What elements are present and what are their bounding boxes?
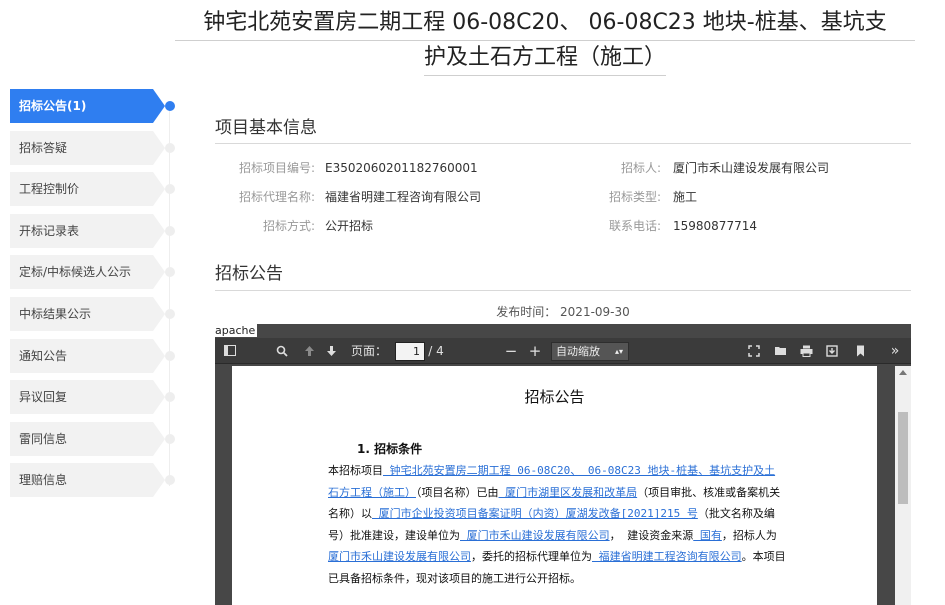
sidebar-item-label: 理赔信息 <box>19 473 68 488</box>
underlined-text: 厦门市企业投资项目备案证明（内资）厦湖发改备[2021]215 号 <box>372 507 698 520</box>
frame-label: apache <box>215 324 258 337</box>
type-label: 招标类型: <box>608 190 661 204</box>
sidebar-toggle-icon[interactable] <box>221 338 239 364</box>
sidebar-item-label: 异议回复 <box>19 390 68 405</box>
method-label: 招标方式: <box>262 219 315 233</box>
info-row: 招标方式: 公开招标 联系电话: 15980877714 <box>215 216 911 236</box>
pdf-scrollbar[interactable] <box>895 366 911 605</box>
project-no-value: E3502060201182760001 <box>325 161 478 175</box>
page-number-input[interactable]: 1 <box>395 342 425 361</box>
sidebar-item-label: 通知公告 <box>19 348 68 363</box>
bookmark-icon[interactable] <box>851 338 869 364</box>
document-paragraph: 本招标项目 钟宅北苑安置房二期工程 06-08C20、 06-08C23 地块-… <box>328 460 786 589</box>
more-icon[interactable]: » <box>885 338 905 364</box>
underlined-text: 厦门市禾山建设发展有限公司 <box>460 528 610 542</box>
timeline-dot <box>165 433 175 444</box>
print-icon[interactable] <box>797 338 815 364</box>
info-row: 招标项目编号: E3502060201182760001 招标人: 厦门市禾山建… <box>215 158 911 178</box>
arrow-down-icon[interactable] <box>323 338 339 364</box>
sidebar-item-award-result[interactable]: 中标结果公示 <box>10 296 180 331</box>
page-label: 页面： <box>350 344 387 358</box>
page-title-line1: 钟宅北苑安置房二期工程 06-08C20、 06-08C23 地块-桩基、基坑支 <box>175 6 915 41</box>
zoom-select[interactable]: 自动缩放 ▴▾ <box>551 342 629 361</box>
sidebar-item-label: 工程控制价 <box>19 182 80 197</box>
timeline-dot <box>165 267 175 278</box>
open-file-icon[interactable] <box>771 338 789 364</box>
sidebar-item-label: 招标答疑 <box>19 140 68 155</box>
method-value: 公开招标 <box>325 219 374 233</box>
minus-icon[interactable]: − <box>503 338 519 364</box>
pdf-viewer: 页面： 1 / 4 − + 自动缩放 ▴▾ » 招标公告 1. 招标条件 本招标… <box>215 324 911 605</box>
document-heading: 1. 招标条件 <box>357 442 423 456</box>
pdf-toolbar: 页面： 1 / 4 − + 自动缩放 ▴▾ » <box>215 338 911 364</box>
agency-label: 招标代理名称: <box>238 190 315 204</box>
divider <box>215 143 911 144</box>
sidebar-item-label: 雷同信息 <box>19 431 68 446</box>
sidebar-item-label: 中标结果公示 <box>19 306 92 321</box>
timeline-dot <box>165 225 175 236</box>
sidebar-item-qa[interactable]: 招标答疑 <box>10 130 180 165</box>
phone-label: 联系电话: <box>608 219 661 233</box>
timeline-dot <box>165 308 175 319</box>
tenderer-value: 厦门市禾山建设发展有限公司 <box>673 161 830 175</box>
sidebar-item-objection-reply[interactable]: 异议回复 <box>10 380 180 415</box>
arrow-up-icon[interactable] <box>301 338 317 364</box>
text-run: （项目名称）已由 <box>416 485 499 499</box>
sidebar-item-label: 招标公告(1) <box>19 99 87 113</box>
underlined-text: 厦门市禾山建设发展有限公司 <box>328 550 471 563</box>
scroll-up-icon[interactable] <box>899 370 907 375</box>
tenderer-label: 招标人: <box>620 161 661 175</box>
announcement-title: 招标公告 <box>215 264 283 284</box>
underlined-text: 厦门市湖里区发展和改革局 <box>498 485 638 499</box>
publish-time: 发布时间： 2021-09-30 <box>496 305 630 319</box>
text-run: ， 建设资金来源 <box>609 528 694 542</box>
timeline-dot <box>165 350 175 361</box>
sidebar-item-tender-notice[interactable]: 招标公告(1) <box>10 89 180 123</box>
phone-value: 15980877714 <box>673 219 757 233</box>
text-run: ，委托的招标代理单位为 <box>471 550 592 563</box>
chevron-down-icon: ▴▾ <box>614 347 623 356</box>
scroll-thumb[interactable] <box>898 412 908 504</box>
sidebar-item-opening-record[interactable]: 开标记录表 <box>10 213 180 248</box>
timeline-dot <box>165 101 175 111</box>
pdf-page: 招标公告 1. 招标条件 本招标项目 钟宅北苑安置房二期工程 06-08C20、… <box>232 366 877 605</box>
page-title-line2: 护及土石方工程（施工） <box>423 41 666 76</box>
sidebar-item-control-price[interactable]: 工程控制价 <box>10 172 180 207</box>
type-value: 施工 <box>673 190 698 204</box>
sidebar-nav: 招标公告(1) 招标答疑 工程控制价 开标记录表 定标/中标候选人公示 中标结果… <box>10 89 180 505</box>
divider <box>215 290 911 291</box>
sidebar-item-label: 开标记录表 <box>19 223 80 238</box>
timeline-dot <box>165 142 175 153</box>
page-title: 钟宅北苑安置房二期工程 06-08C20、 06-08C23 地块-桩基、基坑支… <box>175 6 915 76</box>
project-no-label: 招标项目编号: <box>238 161 315 175</box>
timeline-dot <box>165 392 175 403</box>
timeline-dot <box>165 184 175 195</box>
download-icon[interactable] <box>823 338 841 364</box>
text-run: ，招标人为 <box>721 528 777 542</box>
plus-icon[interactable]: + <box>527 338 543 364</box>
basic-info-title: 项目基本信息 <box>215 118 317 138</box>
underlined-text: 国有 <box>693 528 722 542</box>
sidebar-item-label: 定标/中标候选人公示 <box>19 265 132 280</box>
sidebar-item-notices[interactable]: 通知公告 <box>10 338 180 373</box>
document-title: 招标公告 <box>524 388 585 406</box>
zoom-value: 自动缩放 <box>556 345 600 358</box>
timeline-dot <box>165 475 175 486</box>
agency-value: 福建省明建工程咨询有限公司 <box>325 190 482 204</box>
fullscreen-icon[interactable] <box>745 338 763 364</box>
search-icon[interactable] <box>273 338 291 364</box>
info-row: 招标代理名称: 福建省明建工程咨询有限公司 招标类型: 施工 <box>215 187 911 207</box>
text-run: 本招标项目 <box>328 464 383 477</box>
underlined-text: 福建省明建工程咨询有限公司 <box>592 550 742 563</box>
sidebar-item-similarity-info[interactable]: 雷同信息 <box>10 421 180 456</box>
page-total: / 4 <box>428 344 444 358</box>
sidebar-item-candidates[interactable]: 定标/中标候选人公示 <box>10 255 180 290</box>
sidebar-item-claims-info[interactable]: 理赔信息 <box>10 463 180 498</box>
